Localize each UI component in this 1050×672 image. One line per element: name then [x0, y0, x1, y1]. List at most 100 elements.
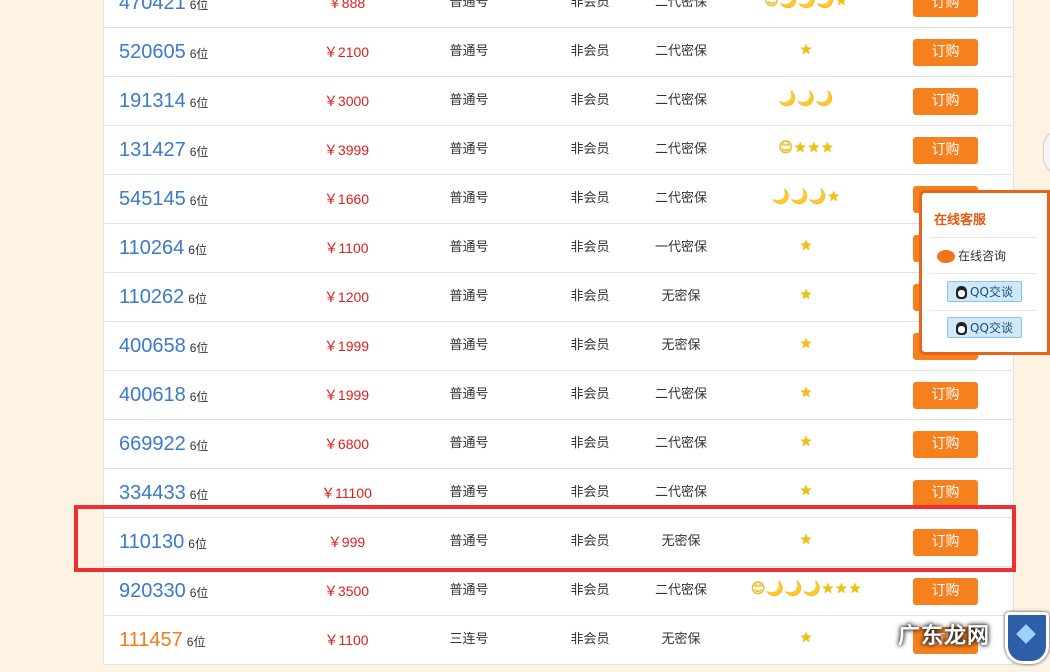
site-watermark: 广东龙网: [898, 624, 991, 649]
price: ￥2100: [323, 44, 370, 60]
order-button[interactable]: 订购: [913, 137, 978, 164]
number-type: 普通号: [449, 289, 489, 304]
service-title: 在线客服: [934, 213, 987, 228]
price: ￥1660: [323, 191, 370, 207]
qq-label: QQ交谈: [970, 321, 1013, 335]
number-value: 400658: [119, 335, 186, 357]
number-type: 普通号: [449, 387, 489, 402]
qq-number[interactable]: 920330 6位: [119, 567, 208, 615]
member-status: 非会员: [570, 436, 610, 451]
consult-label: 在线咨询: [958, 249, 1007, 263]
member-status: 非会员: [570, 387, 610, 402]
order-button[interactable]: 订购: [913, 431, 978, 458]
qq-number[interactable]: 470421 6位: [119, 0, 208, 27]
table-row: 1102626位￥1200普通号非会员无密保★订购: [104, 273, 1013, 322]
number-value: 520605: [119, 41, 186, 63]
online-service-panel: 在线客服 在线咨询 QQ交谈 QQ交谈: [919, 190, 1050, 355]
number-value: 110262: [119, 286, 185, 308]
order-button[interactable]: 订购: [913, 382, 978, 409]
qq-number[interactable]: 110264 6位: [119, 224, 207, 272]
digit-count: 6位: [189, 488, 209, 502]
table-row: 4006586位￥1999普通号非会员无密保★订购: [104, 322, 1013, 371]
security-level: 二代密保: [654, 191, 707, 206]
price: ￥3999: [323, 142, 370, 158]
number-type: 普通号: [449, 0, 489, 10]
digit-count: 6位: [188, 243, 207, 257]
qq-level-icons: ★: [799, 532, 814, 548]
qq-level-icons: ★: [799, 483, 814, 499]
table-row: 111457 6位 ￥1100 三连号 非会员 无密保 ★ 订购: [104, 616, 1013, 665]
table-row: 110130 6位 ￥999 普通号 非会员 无密保 ★ 订购: [104, 518, 1013, 567]
qq-penguin-icon: [956, 286, 968, 299]
digit-count: 6位: [189, 145, 209, 159]
order-button[interactable]: 订购: [913, 480, 978, 507]
order-button[interactable]: 订购: [913, 88, 978, 115]
member-status: 非会员: [570, 191, 610, 206]
security-level: 无密保: [661, 289, 701, 304]
qq-level-icons: 🌙🌙🌙★: [772, 189, 841, 205]
member-status: 非会员: [570, 632, 610, 647]
online-consult-link[interactable]: 在线咨询: [937, 247, 1006, 264]
digit-count: 6位: [189, 390, 209, 404]
price: ￥1999: [323, 338, 370, 354]
price: ￥1999: [323, 387, 370, 403]
security-level: 一代密保: [654, 240, 707, 255]
qq-number[interactable]: 110130 6位: [119, 518, 207, 566]
digit-count: 6位: [188, 537, 207, 551]
table-row: 191314 6位 ￥3000 普通号 非会员 二代密保 🌙🌙🌙 订购: [104, 77, 1013, 126]
qq-number[interactable]: 520605 6位: [119, 28, 208, 76]
security-level: 二代密保: [654, 583, 707, 598]
number-type: 三连号: [449, 632, 489, 647]
member-status: 非会员: [570, 93, 610, 108]
security-level: 二代密保: [654, 44, 707, 59]
number-type: 普通号: [449, 44, 489, 59]
number-type: 普通号: [449, 240, 489, 255]
order-button[interactable]: 订购: [913, 529, 978, 556]
qq-chat-button[interactable]: QQ交谈: [947, 281, 1022, 302]
price: ￥3500: [323, 583, 370, 599]
table-row: 400618 6位 ￥1999 普通号 非会员 二代密保 ★ 订购: [104, 371, 1013, 420]
number-list: 470421 6位 ￥888 普通号 非会员 二代密保 😊🌙🌙🌙★ 订购 520605 6位 ￥21…: [103, 0, 1014, 665]
digit-count: 6位: [189, 194, 209, 208]
number-value: 131427: [119, 139, 186, 161]
member-status: 非会员: [570, 485, 610, 500]
number-value: 920330: [119, 580, 186, 602]
qq-number[interactable]: 545145 6位: [119, 175, 208, 223]
security-level: 无密保: [661, 338, 701, 353]
qq-chat-button[interactable]: QQ交谈: [947, 317, 1022, 338]
side-edge-button[interactable]: [1043, 130, 1050, 174]
member-status: 非会员: [570, 534, 610, 549]
qq-level-icons: 🌙🌙🌙: [778, 91, 835, 107]
number-value: 110264: [119, 237, 185, 259]
price: ￥888: [327, 0, 366, 11]
digit-count: 6位: [189, 96, 209, 110]
qq-number[interactable]: 110262 6位: [119, 273, 207, 321]
number-type: 普通号: [449, 534, 489, 549]
security-level: 二代密保: [654, 485, 707, 500]
table-row: 920330 6位 ￥3500 普通号 非会员 二代密保 😊🌙🌙🌙★★★ 订购: [104, 567, 1013, 616]
number-value: 669922: [119, 433, 186, 455]
qq-number[interactable]: 111457 6位: [119, 616, 205, 664]
table-row: 1102646位￥1100普通号非会员一代密保★订购: [104, 224, 1013, 273]
divider: [930, 310, 1037, 311]
price: ￥11100: [321, 485, 372, 501]
qq-number[interactable]: 400658 6位: [119, 322, 208, 370]
order-button[interactable]: 订购: [913, 0, 978, 17]
qq-level-icons: 😊★★★: [778, 140, 835, 156]
number-value: 111457: [119, 629, 183, 651]
security-level: 二代密保: [654, 0, 707, 10]
table-row: 131427 6位 ￥3999 普通号 非会员 二代密保 😊★★★ 订购: [104, 126, 1013, 175]
order-button[interactable]: 订购: [913, 39, 978, 66]
number-value: 400618: [119, 384, 186, 406]
qq-number[interactable]: 131427 6位: [119, 126, 208, 174]
qq-number[interactable]: 400618 6位: [119, 371, 208, 419]
number-value: 545145: [119, 188, 186, 210]
member-status: 非会员: [570, 142, 610, 157]
qq-number[interactable]: 191314 6位: [119, 77, 208, 125]
qq-number[interactable]: 334433 6位: [119, 469, 208, 517]
qq-level-icons: ★: [799, 434, 814, 450]
qq-number[interactable]: 669922 6位: [119, 420, 208, 468]
price: ￥1100: [324, 240, 369, 256]
security-level: 二代密保: [654, 93, 707, 108]
order-button[interactable]: 订购: [913, 578, 978, 605]
